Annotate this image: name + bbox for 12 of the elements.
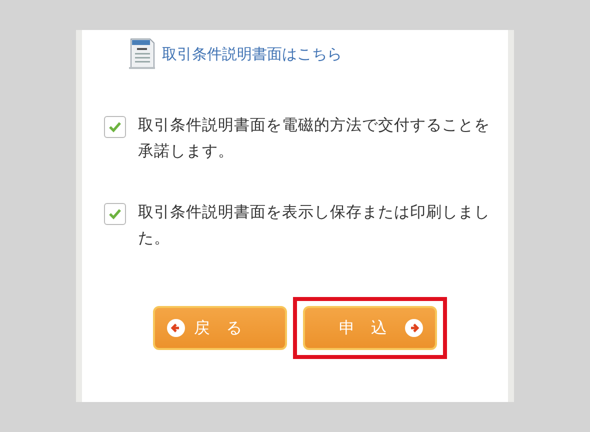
back-button[interactable]: 戻る [153, 306, 287, 350]
agreement-label: 取引条件説明書面を電磁的方法で交付することを承諾します。 [138, 115, 490, 162]
checkbox[interactable] [104, 116, 126, 138]
checkbox[interactable] [104, 203, 126, 225]
check-icon [108, 121, 122, 133]
arrow-right-icon [405, 319, 423, 337]
arrow-left-icon [167, 319, 185, 337]
submit-button[interactable]: 申込 [303, 306, 437, 350]
check-icon [108, 208, 122, 220]
document-link[interactable]: 取引条件説明書面はこちら [162, 44, 342, 64]
document-icon [128, 38, 156, 70]
agreement-label: 取引条件説明書面を表示し保存または印刷しました。 [138, 202, 490, 249]
